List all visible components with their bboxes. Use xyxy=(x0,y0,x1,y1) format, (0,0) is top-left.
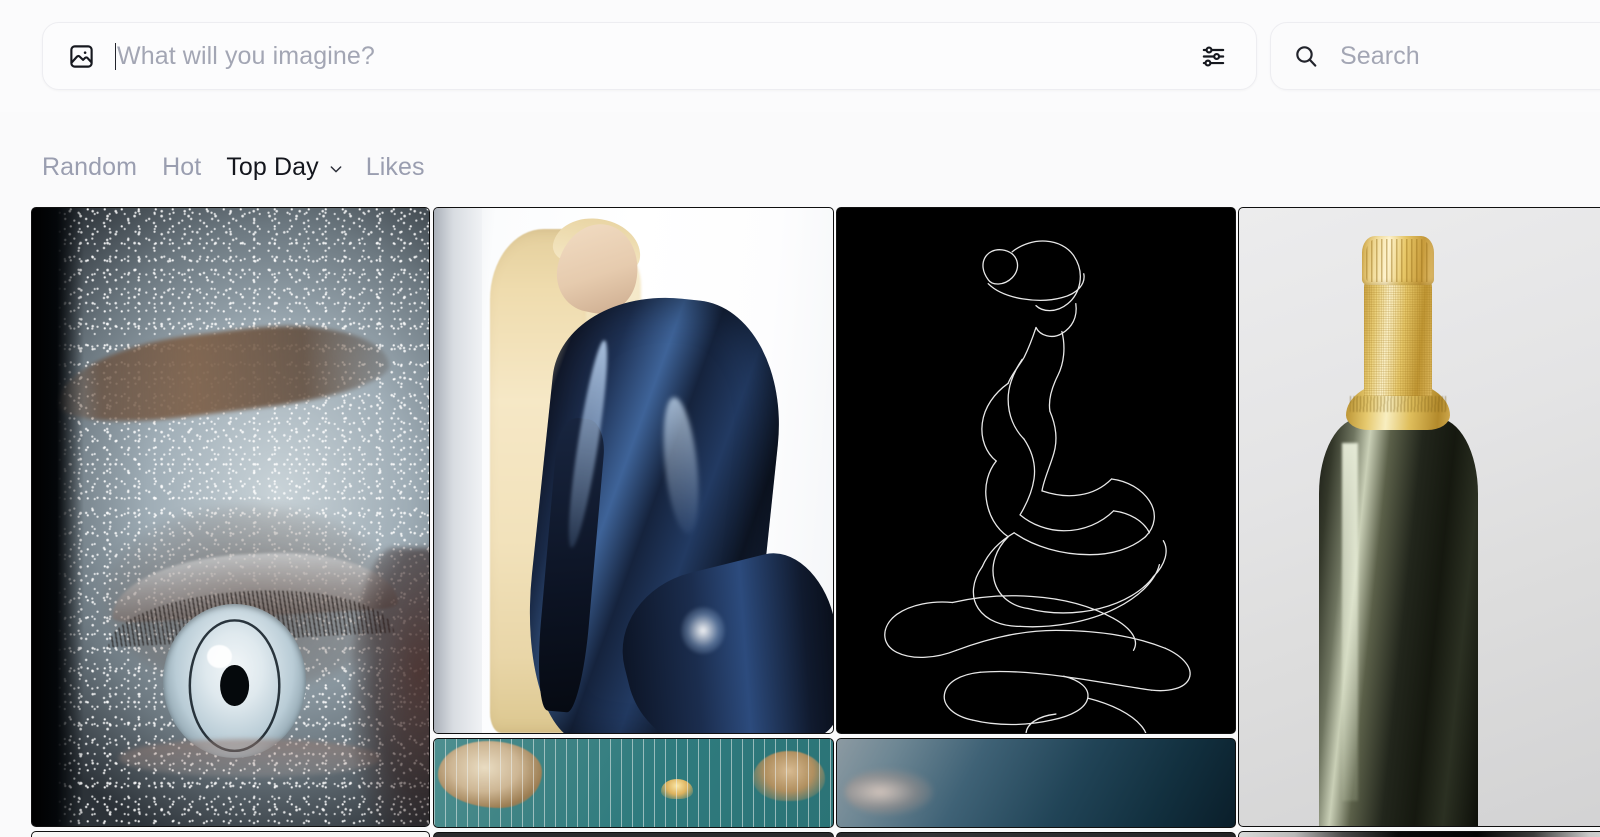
gallery-column-2 xyxy=(433,207,834,837)
image-icon[interactable] xyxy=(68,43,95,70)
artwork-bottle-strip xyxy=(1239,832,1600,837)
tab-hot[interactable]: Hot xyxy=(162,151,201,184)
chevron-down-icon[interactable] xyxy=(328,161,344,177)
tab-top-day[interactable]: Top Day xyxy=(226,151,343,184)
gallery-column-4 xyxy=(1238,207,1600,837)
artwork-glitter-eye xyxy=(32,208,429,826)
sort-tabs: Random Hot Top Day Likes xyxy=(42,151,450,184)
gallery-tile-blue-sky-horizon[interactable] xyxy=(836,738,1236,828)
gallery-tile-one-line-seated-figure[interactable] xyxy=(836,207,1236,734)
search-icon xyxy=(1293,43,1319,69)
gallery-tile-bottle-product-strip[interactable] xyxy=(1238,831,1600,837)
gallery-tile-glitter-eye-portrait[interactable] xyxy=(31,207,430,827)
gallery-tile-pale-still-life[interactable] xyxy=(31,831,430,837)
search-placeholder-text[interactable]: Search xyxy=(1340,43,1420,69)
tab-likes-label: Likes xyxy=(365,153,425,181)
gallery-tile-dark-strip-col2[interactable] xyxy=(433,832,834,837)
gallery-tile-blue-latex-figure[interactable] xyxy=(433,207,834,734)
artwork-dark-strip xyxy=(434,833,833,837)
tab-likes[interactable]: Likes xyxy=(366,151,425,184)
text-cursor xyxy=(115,42,116,70)
artwork-teal-jellyfish xyxy=(434,739,833,827)
tab-hot-label: Hot xyxy=(162,153,202,181)
app-header: What will you imagine? Search xyxy=(0,0,1600,112)
search-box[interactable]: Search xyxy=(1270,22,1600,90)
image-gallery-grid xyxy=(0,207,1600,837)
artwork-dark-strip-2 xyxy=(837,833,1235,837)
gallery-column-3 xyxy=(836,207,1236,837)
prompt-placeholder-text[interactable]: What will you imagine? xyxy=(117,43,1199,69)
gallery-column-1 xyxy=(31,207,430,837)
gallery-tile-teal-jellyfish-scene[interactable] xyxy=(433,738,834,828)
artwork-blue-latex-figure xyxy=(434,208,833,733)
prompt-input-box[interactable]: What will you imagine? xyxy=(42,22,1257,90)
tab-random-label: Random xyxy=(42,153,138,181)
gallery-tile-dark-strip-col3[interactable] xyxy=(836,832,1236,837)
sliders-icon[interactable] xyxy=(1199,42,1228,71)
artwork-blue-sky xyxy=(837,739,1235,827)
artwork-champagne-bottle xyxy=(1239,208,1600,826)
gallery-tile-champagne-bottle[interactable] xyxy=(1238,207,1600,827)
artwork-one-line-figure xyxy=(837,208,1235,733)
tab-random[interactable]: Random xyxy=(42,151,137,184)
tab-top-day-label: Top Day xyxy=(226,153,319,181)
artwork-pale-still-life xyxy=(32,832,429,837)
